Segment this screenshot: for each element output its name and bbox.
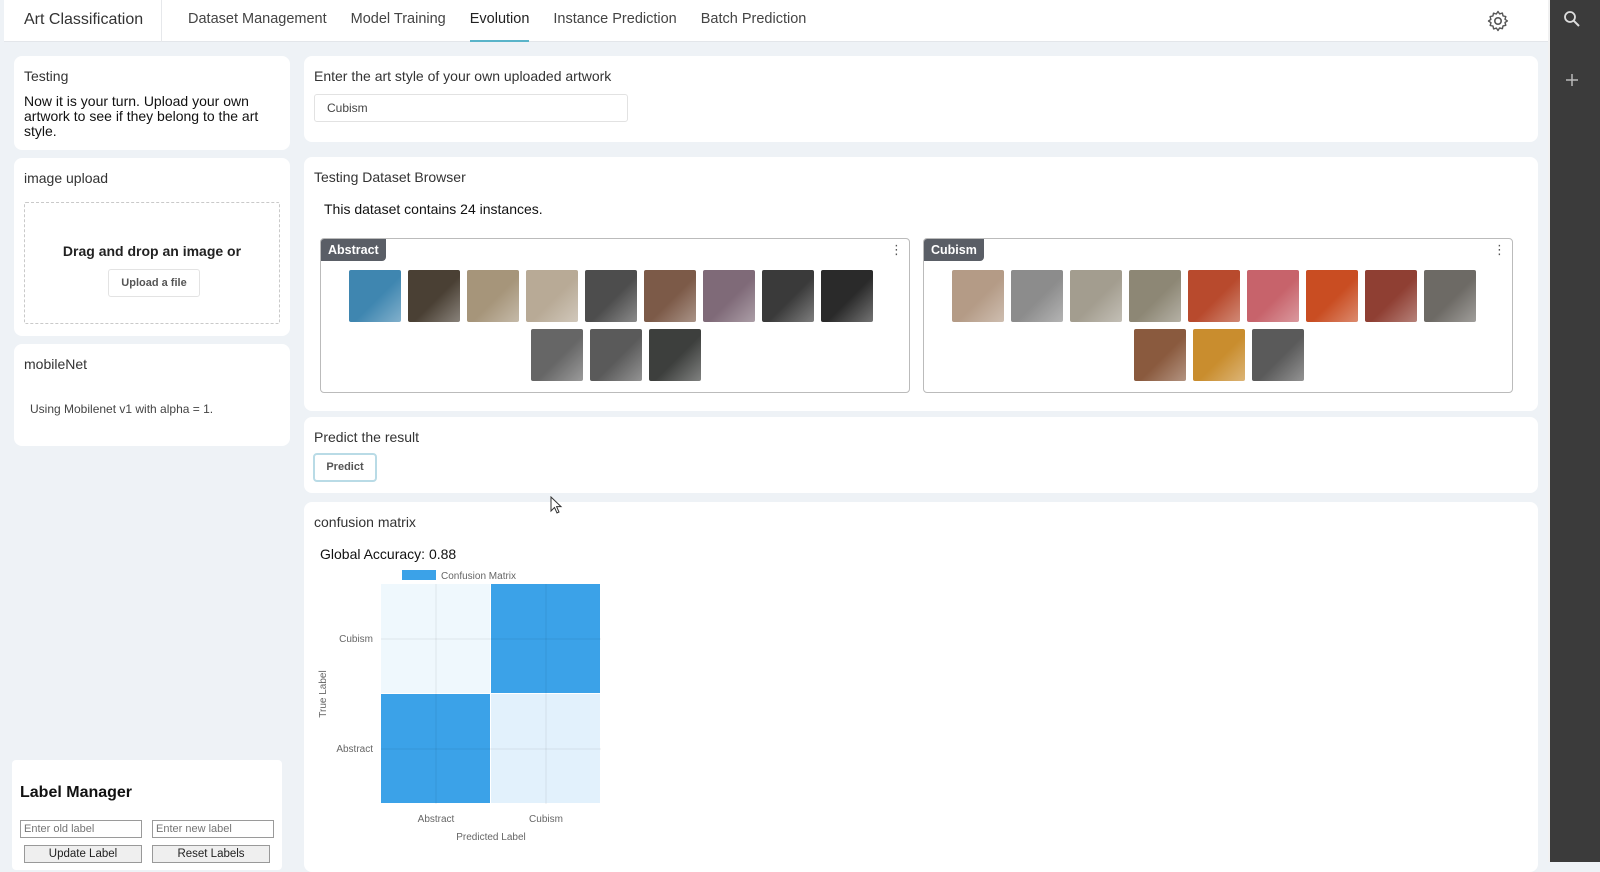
artwork-thumbnail[interactable] — [1306, 270, 1358, 322]
art-style-title: Enter the art style of your own uploaded… — [314, 68, 612, 84]
label-manager-panel: Label Manager Update Label Reset Labels — [12, 760, 282, 870]
artwork-thumbnail[interactable] — [349, 270, 401, 322]
y-tick-label: Cubism — [339, 634, 373, 645]
confusion-matrix-chart: Confusion Matrix Abstract Cubism Cubism Abst… — [318, 570, 601, 843]
testing-card: Testing Now it is your turn. Upload your… — [14, 56, 290, 150]
legend-label: Confusion Matrix — [441, 571, 516, 582]
artwork-thumbnail[interactable] — [531, 329, 583, 381]
artwork-thumbnail[interactable] — [1424, 270, 1476, 322]
class-box-abstract: Abstract ⋮ — [320, 238, 910, 393]
browser-title: Testing Dataset Browser — [314, 169, 466, 185]
legend-swatch — [402, 570, 436, 580]
testing-description: Now it is your turn. Upload your own art… — [24, 93, 259, 139]
artwork-thumbnail[interactable] — [526, 270, 578, 322]
reset-labels-button[interactable]: Reset Labels — [152, 845, 270, 863]
x-axis-label: Predicted Label — [456, 832, 526, 843]
artwork-thumbnail[interactable] — [1134, 329, 1186, 381]
artwork-thumbnail[interactable] — [1129, 270, 1181, 322]
model-description: Using Mobilenet v1 with alpha = 1. — [30, 402, 214, 416]
side-panel-strip — [1550, 0, 1600, 862]
main-nav: Dataset Management Model Training Evolutio… — [176, 0, 818, 42]
art-style-input[interactable] — [314, 94, 628, 122]
dataset-count: This dataset contains 24 instances. — [324, 201, 543, 217]
y-axis-label: True Label — [318, 670, 329, 717]
class-label: Cubism — [924, 239, 984, 261]
predict-button[interactable]: Predict — [313, 453, 377, 482]
artwork-thumbnail[interactable] — [649, 329, 701, 381]
artwork-thumbnail[interactable] — [1188, 270, 1240, 322]
nav-tab-dataset-management[interactable]: Dataset Management — [176, 0, 339, 42]
upload-file-button[interactable]: Upload a file — [108, 269, 200, 297]
artwork-thumbnail[interactable] — [1193, 329, 1245, 381]
y-tick-label: Abstract — [336, 744, 373, 755]
more-vertical-icon[interactable]: ⋮ — [1493, 243, 1506, 257]
label-manager-title: Label Manager — [20, 784, 133, 801]
nav-tab-model-training[interactable]: Model Training — [339, 0, 458, 42]
add-icon[interactable] — [1564, 72, 1580, 88]
model-title: mobileNet — [24, 356, 88, 372]
dataset-browser-card: Testing Dataset Browser This dataset con… — [304, 157, 1538, 411]
confusion-title: confusion matrix — [314, 514, 416, 530]
app-window: Art Classification Dataset Management Mod… — [4, 0, 1550, 872]
x-tick-label: Cubism — [529, 814, 563, 825]
artwork-thumbnail[interactable] — [590, 329, 642, 381]
upload-title: image upload — [24, 170, 109, 186]
nav-tab-instance-prediction[interactable]: Instance Prediction — [541, 0, 688, 42]
app-brand[interactable]: Art Classification — [24, 0, 163, 42]
artwork-thumbnail[interactable] — [1365, 270, 1417, 322]
testing-title: Testing — [24, 68, 69, 84]
confusion-matrix-card: confusion matrix Global Accuracy: 0.88 C… — [304, 502, 1538, 872]
new-label-input[interactable] — [152, 820, 274, 838]
global-accuracy: Global Accuracy: 0.88 — [320, 546, 457, 562]
artwork-thumbnail[interactable] — [644, 270, 696, 322]
artwork-thumbnail[interactable] — [1247, 270, 1299, 322]
mouse-cursor-icon — [550, 496, 563, 514]
image-upload-card: image upload Drag and drop an image or U… — [14, 158, 290, 336]
artwork-thumbnail[interactable] — [703, 270, 755, 322]
art-style-card: Enter the art style of your own uploaded… — [304, 56, 1538, 142]
artwork-thumbnail[interactable] — [952, 270, 1004, 322]
gear-icon[interactable] — [1486, 9, 1510, 33]
artwork-thumbnail[interactable] — [1070, 270, 1122, 322]
predict-card: Predict the result Predict — [304, 417, 1538, 493]
artwork-thumbnail[interactable] — [585, 270, 637, 322]
class-box-cubism: Cubism ⋮ — [923, 238, 1513, 393]
artwork-thumbnail[interactable] — [762, 270, 814, 322]
nav-tab-evolution[interactable]: Evolution — [458, 0, 542, 42]
search-icon[interactable] — [1563, 10, 1581, 28]
dropzone-text: Drag and drop an image or — [62, 243, 242, 259]
artwork-thumbnail[interactable] — [467, 270, 519, 322]
top-navbar: Art Classification Dataset Management Mod… — [4, 0, 1550, 42]
old-label-input[interactable] — [20, 820, 142, 838]
nav-tab-batch-prediction[interactable]: Batch Prediction — [689, 0, 819, 42]
artwork-thumbnail[interactable] — [1011, 270, 1063, 322]
update-label-button[interactable]: Update Label — [24, 845, 142, 863]
artwork-thumbnail[interactable] — [821, 270, 873, 322]
image-dropzone[interactable]: Drag and drop an image or Upload a file — [24, 202, 280, 324]
predict-title: Predict the result — [314, 429, 420, 445]
more-vertical-icon[interactable]: ⋮ — [890, 243, 903, 257]
model-card: mobileNet Using Mobilenet v1 with alpha … — [14, 344, 290, 446]
x-tick-label: Abstract — [418, 814, 455, 825]
artwork-thumbnail[interactable] — [1252, 329, 1304, 381]
artwork-thumbnail[interactable] — [408, 270, 460, 322]
class-label: Abstract — [321, 239, 386, 261]
